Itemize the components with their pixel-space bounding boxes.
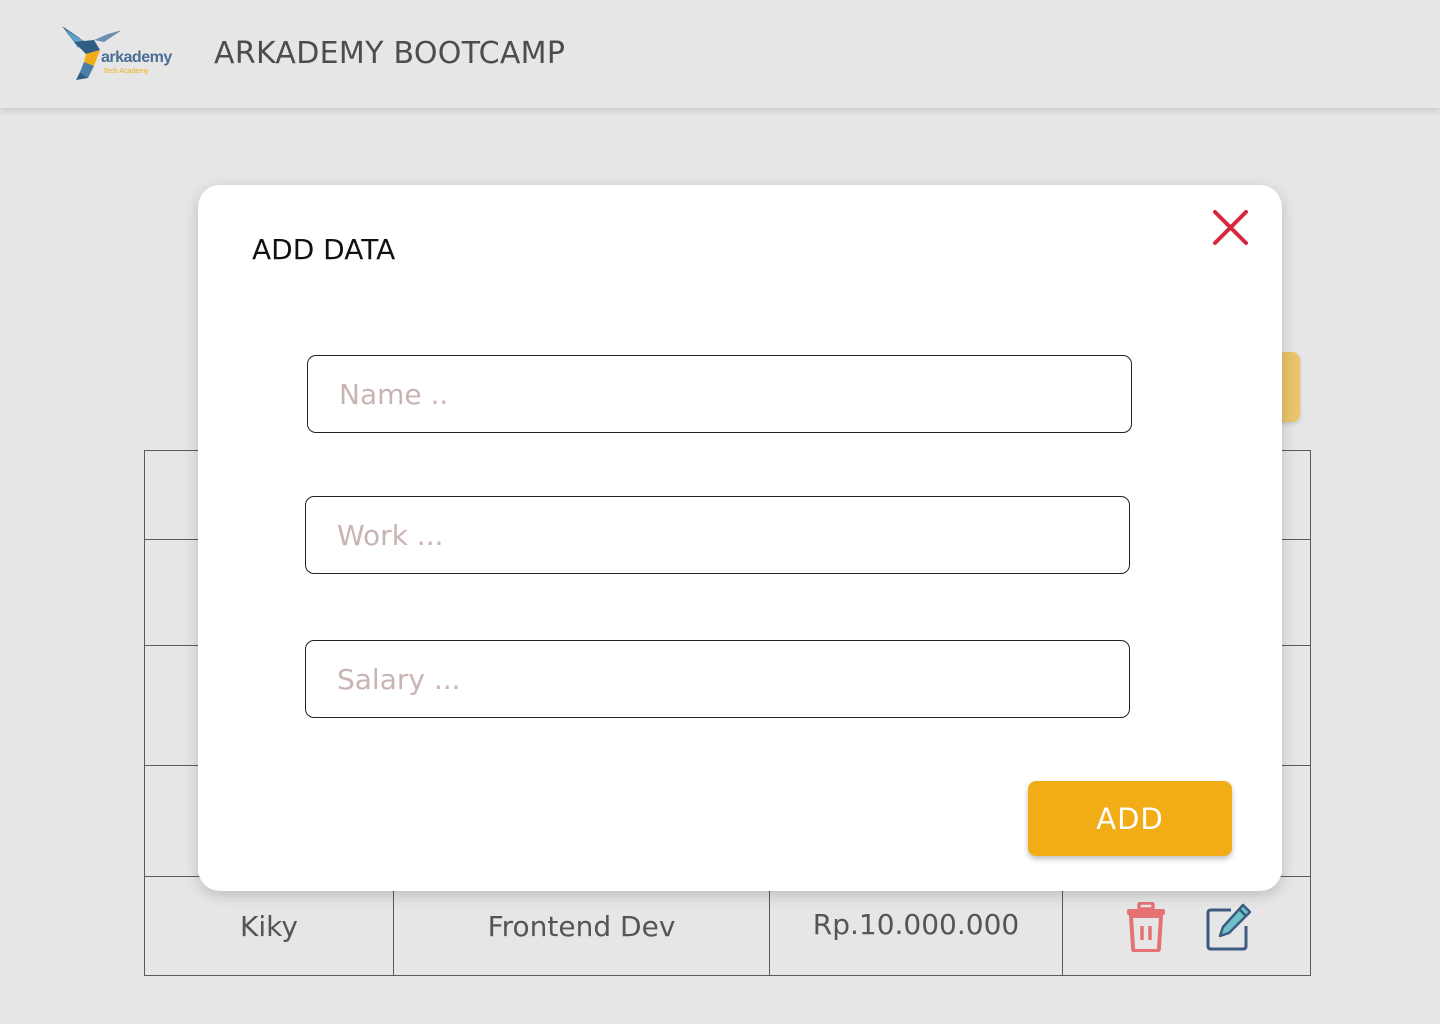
edit-icon[interactable] — [1205, 902, 1252, 952]
name-cell: Kiky — [145, 877, 394, 976]
app-header: arkademy Tech Academy ARKADEMY BOOTCAMP — [0, 0, 1440, 108]
logo-tagline: Tech Academy — [103, 68, 149, 75]
salary-input[interactable] — [305, 640, 1130, 718]
salary-cell: Rp.10.000.000 — [770, 877, 1063, 976]
app-title: ARKADEMY BOOTCAMP — [214, 36, 566, 71]
work-input[interactable] — [305, 496, 1130, 574]
modal-title: ADD DATA — [252, 233, 396, 266]
close-icon[interactable] — [1210, 207, 1252, 249]
add-data-modal: ADD DATA ADD — [198, 185, 1282, 891]
logo-wordmark: arkademy — [101, 49, 172, 66]
table-row: Kiky Frontend Dev Rp.10.000.000 — [145, 877, 1310, 976]
trash-icon[interactable] — [1123, 900, 1169, 953]
name-input[interactable] — [307, 355, 1132, 433]
actions-cell — [1063, 877, 1311, 976]
work-cell: Frontend Dev — [394, 877, 770, 976]
add-button[interactable]: ADD — [1028, 781, 1232, 856]
arkademy-logo[interactable]: arkademy Tech Academy — [60, 24, 185, 80]
